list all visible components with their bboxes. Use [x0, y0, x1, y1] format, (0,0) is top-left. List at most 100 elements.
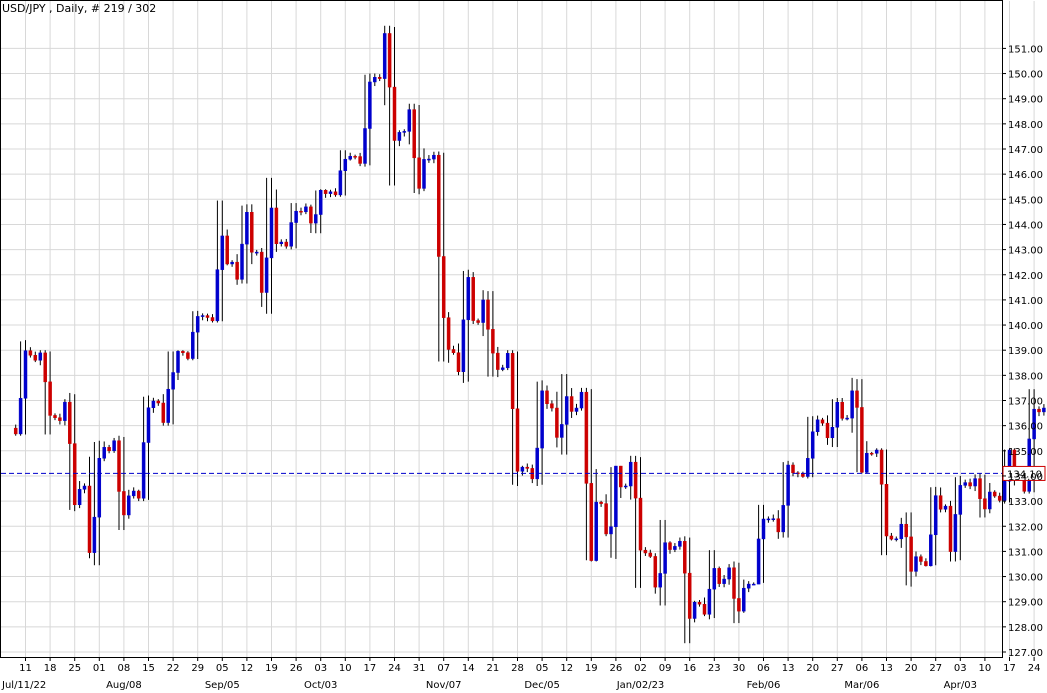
candle-body — [609, 526, 613, 535]
candle-body — [250, 211, 254, 253]
candle-body — [820, 419, 825, 424]
candle-body — [884, 484, 889, 537]
candle-body — [815, 419, 820, 433]
candle-body — [38, 352, 43, 361]
x-tick-label: 24 — [1028, 663, 1041, 674]
candle-body — [988, 491, 992, 510]
candle-body — [732, 567, 736, 599]
x-date-label: Nov/07 — [426, 680, 462, 691]
candle-body — [461, 319, 466, 372]
candle-body — [663, 542, 667, 574]
candle-body — [776, 518, 781, 533]
y-tick-label: 143.00 — [1008, 246, 1043, 257]
candle-body — [1042, 407, 1046, 413]
y-tick-label: 144.00 — [1008, 220, 1043, 231]
candle-body — [983, 498, 987, 510]
y-tick-label: 146.00 — [1008, 170, 1043, 181]
candle-body — [82, 485, 87, 490]
candle-body — [943, 505, 948, 510]
candle-body — [387, 33, 392, 88]
candle-body — [382, 33, 387, 79]
candle-body — [919, 556, 923, 562]
candle-body — [840, 401, 844, 419]
candle-body — [953, 514, 958, 552]
candle-body — [245, 211, 249, 245]
candle-body — [746, 583, 751, 589]
candle-body — [299, 210, 303, 213]
candle-body — [717, 568, 721, 584]
candle-body — [107, 447, 111, 452]
candle-body — [668, 542, 672, 550]
candle-body — [328, 191, 333, 194]
candle-body — [683, 541, 687, 574]
candle-body — [560, 424, 564, 438]
candle-body — [18, 398, 23, 435]
x-tick-label: 17 — [1003, 663, 1016, 674]
candle-body — [171, 372, 175, 390]
candle-body — [235, 261, 239, 280]
x-tick-label: 26 — [290, 663, 303, 674]
candle-body — [904, 523, 908, 538]
candle-body — [963, 482, 967, 486]
candle-body — [254, 251, 259, 254]
y-tick-label: 136.00 — [1008, 422, 1043, 433]
candle-body — [432, 154, 436, 160]
y-tick-label: 145.00 — [1008, 195, 1043, 206]
candle-body — [535, 447, 539, 480]
x-tick-label: 20 — [905, 663, 918, 674]
candle-body — [63, 401, 67, 421]
candle-body — [151, 400, 156, 408]
y-tick-label: 147.00 — [1008, 145, 1043, 156]
candle-body — [289, 222, 293, 247]
candle-body — [992, 491, 997, 497]
x-tick-label: 13 — [880, 663, 893, 674]
candle-body — [230, 261, 234, 265]
candle-body — [894, 538, 899, 541]
candle-body — [451, 349, 456, 353]
candle-body — [368, 81, 372, 129]
y-tick-label: 134.00 — [1008, 472, 1043, 483]
candle-body — [348, 156, 352, 160]
candle-body — [648, 552, 653, 557]
candle-body — [358, 156, 362, 164]
y-axis: 127.00 128.00 129.00 130.00 131.00 132.00 133.… — [1002, 44, 1043, 659]
candle-body — [1037, 408, 1041, 413]
candle-body — [284, 241, 289, 247]
x-tick-label: 03 — [314, 663, 327, 674]
x-date-label: Mar/06 — [844, 680, 879, 691]
y-tick-label: 137.00 — [1008, 397, 1043, 408]
candle-body — [146, 407, 151, 443]
candle-body — [166, 388, 170, 423]
candle-body — [825, 422, 830, 439]
candle-body — [879, 449, 884, 485]
x-tick-label: 17 — [364, 663, 377, 674]
candle-body — [948, 505, 953, 552]
candle-body — [973, 478, 977, 487]
x-tick-label: 12 — [241, 663, 254, 674]
candle-body — [756, 538, 761, 585]
candle-body — [594, 501, 598, 561]
candle-body — [43, 352, 47, 383]
candle-body — [869, 452, 874, 455]
candle-body — [422, 159, 426, 189]
candle-body — [397, 132, 402, 141]
candle-body — [161, 402, 166, 423]
candle-body — [712, 568, 717, 590]
candle-body — [830, 426, 835, 439]
candle-body — [692, 601, 697, 619]
x-tick-label: 06 — [757, 663, 770, 674]
candle-body — [653, 556, 658, 588]
x-tick-label: 09 — [659, 663, 672, 674]
candle-body — [761, 518, 766, 540]
candle-body — [555, 407, 559, 438]
y-tick-label: 148.00 — [1008, 120, 1043, 131]
x-tick-label: 15 — [142, 663, 155, 674]
candle-body — [412, 109, 416, 159]
y-tick-label: 140.00 — [1008, 321, 1043, 332]
candle-body — [131, 490, 136, 497]
candle-body — [968, 482, 972, 487]
candle-body — [102, 447, 106, 459]
candle-body — [924, 561, 928, 567]
candle-body — [205, 315, 210, 318]
y-tick-label: 135.00 — [1008, 447, 1043, 458]
